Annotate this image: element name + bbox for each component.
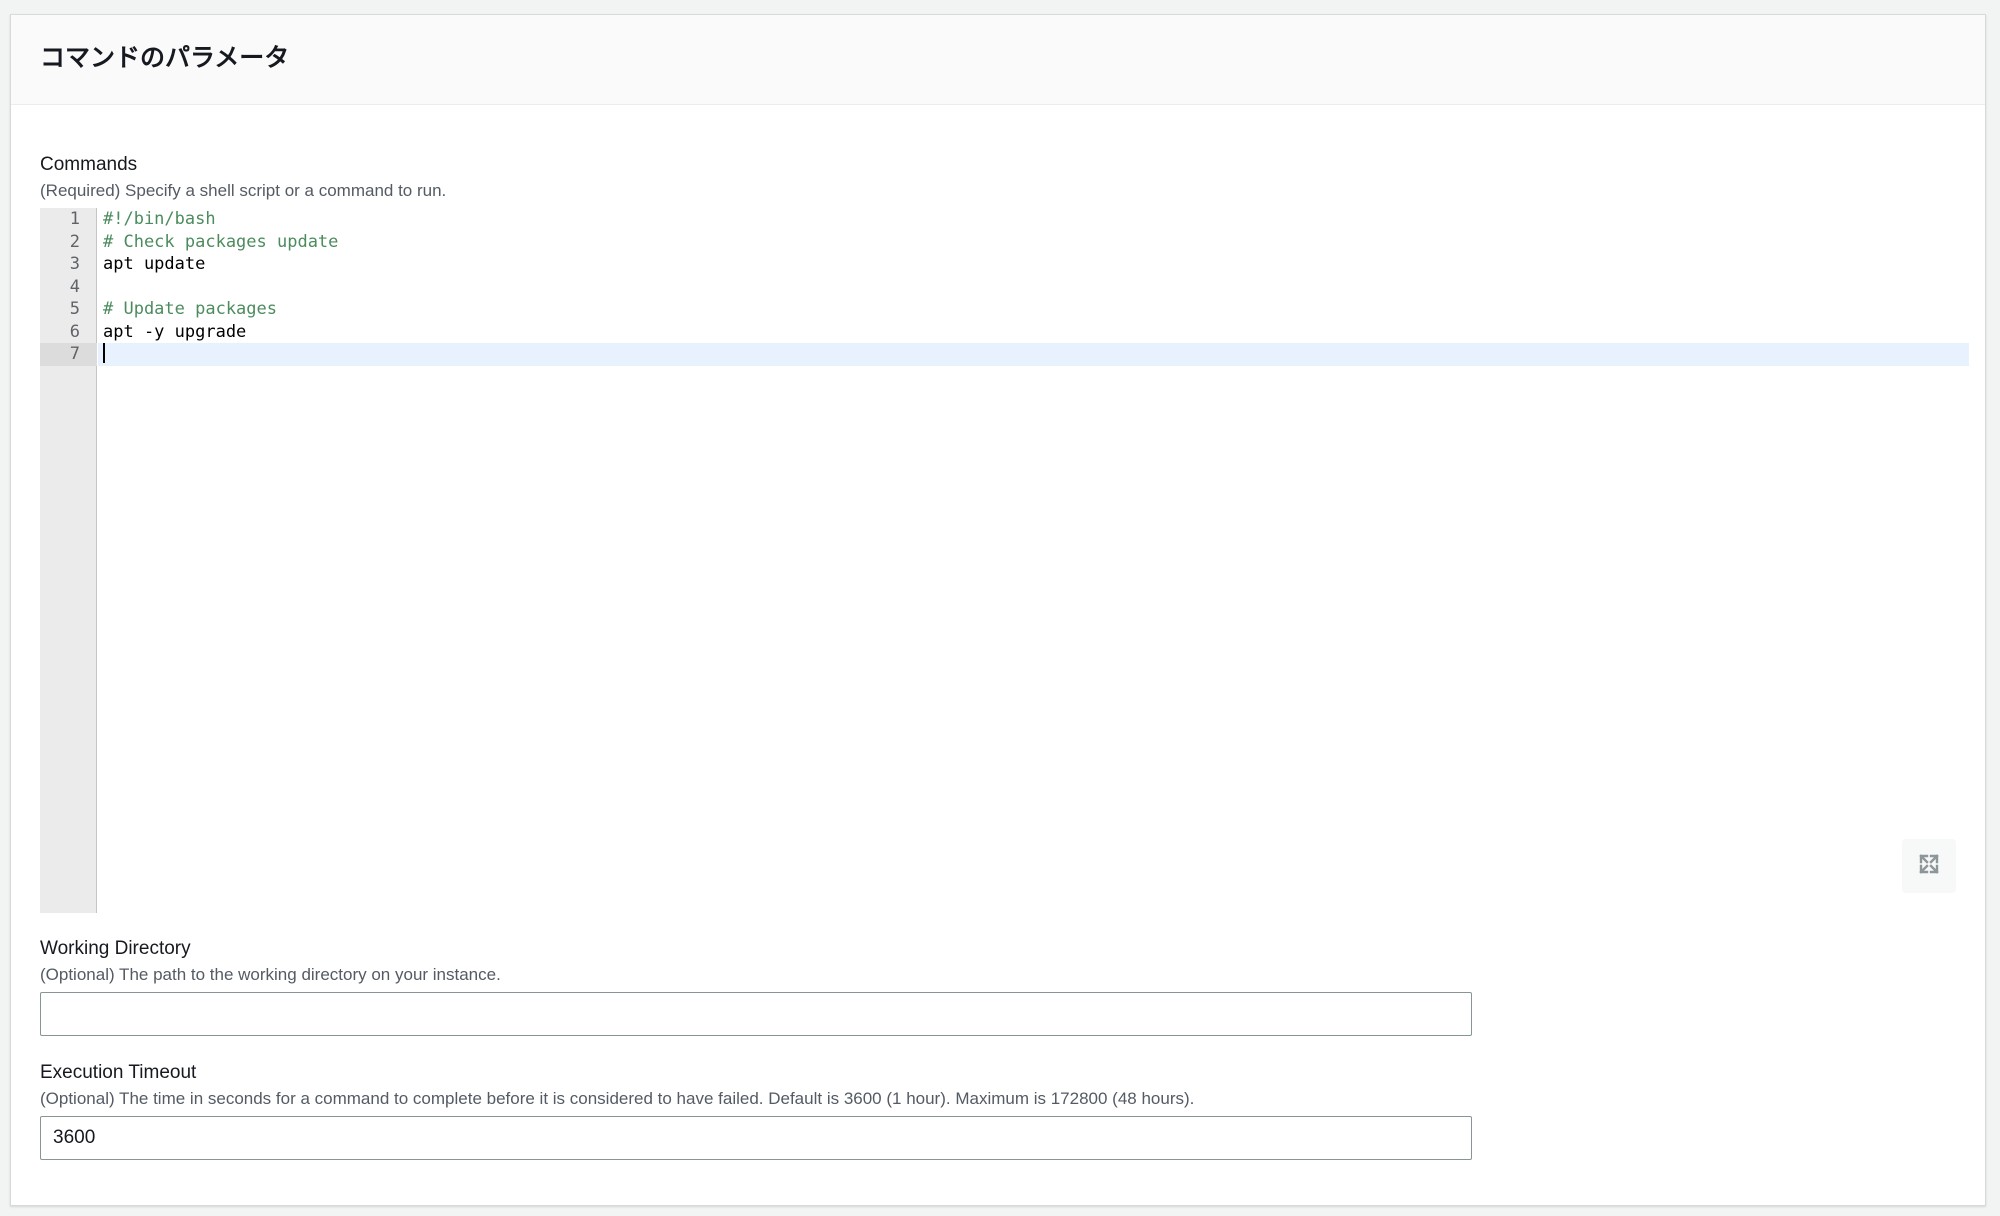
execution-timeout-description: (Optional) The time in seconds for a com… (40, 1089, 1195, 1108)
code-line[interactable] (103, 276, 1969, 299)
line-number: 3 (69, 254, 80, 274)
commands-description: (Required) Specify a shell script or a c… (40, 181, 447, 200)
code-line[interactable]: apt -y upgrade (103, 321, 1969, 344)
line-number-active: 7 (40, 343, 97, 366)
line-number: 5 (69, 299, 80, 319)
working-directory-input[interactable] (40, 992, 1472, 1036)
line-number: 6 (69, 321, 80, 342)
panel-header: コマンドのパラメータ (11, 15, 1985, 105)
commands-label: Commands (40, 154, 138, 175)
command-parameters-panel: コマンドのパラメータ Commands (Required) Specify a… (10, 14, 1986, 1206)
execution-timeout-input[interactable] (40, 1116, 1472, 1160)
code-line[interactable]: # Update packages (103, 298, 1969, 321)
code-line[interactable]: # Check packages update (103, 231, 1969, 254)
working-directory-description: (Optional) The path to the working direc… (40, 965, 501, 984)
code-line[interactable]: apt update (103, 253, 1969, 276)
line-number: 1 (69, 209, 80, 229)
commands-code-editor[interactable]: 1 2 3 4 5 6 7 #!/bin/bash # Check packag… (40, 208, 1969, 913)
fullscreen-button[interactable] (1902, 839, 1956, 893)
working-directory-label: Working Directory (40, 938, 191, 959)
code-line-active[interactable] (98, 343, 1969, 366)
line-number: 4 (69, 276, 80, 297)
execution-timeout-label: Execution Timeout (40, 1062, 197, 1083)
line-number: 2 (69, 231, 80, 252)
text-cursor (103, 343, 105, 363)
code-line[interactable]: #!/bin/bash (103, 208, 1969, 231)
panel-title: コマンドのパラメータ (40, 44, 290, 72)
expand-icon (1918, 853, 1940, 880)
